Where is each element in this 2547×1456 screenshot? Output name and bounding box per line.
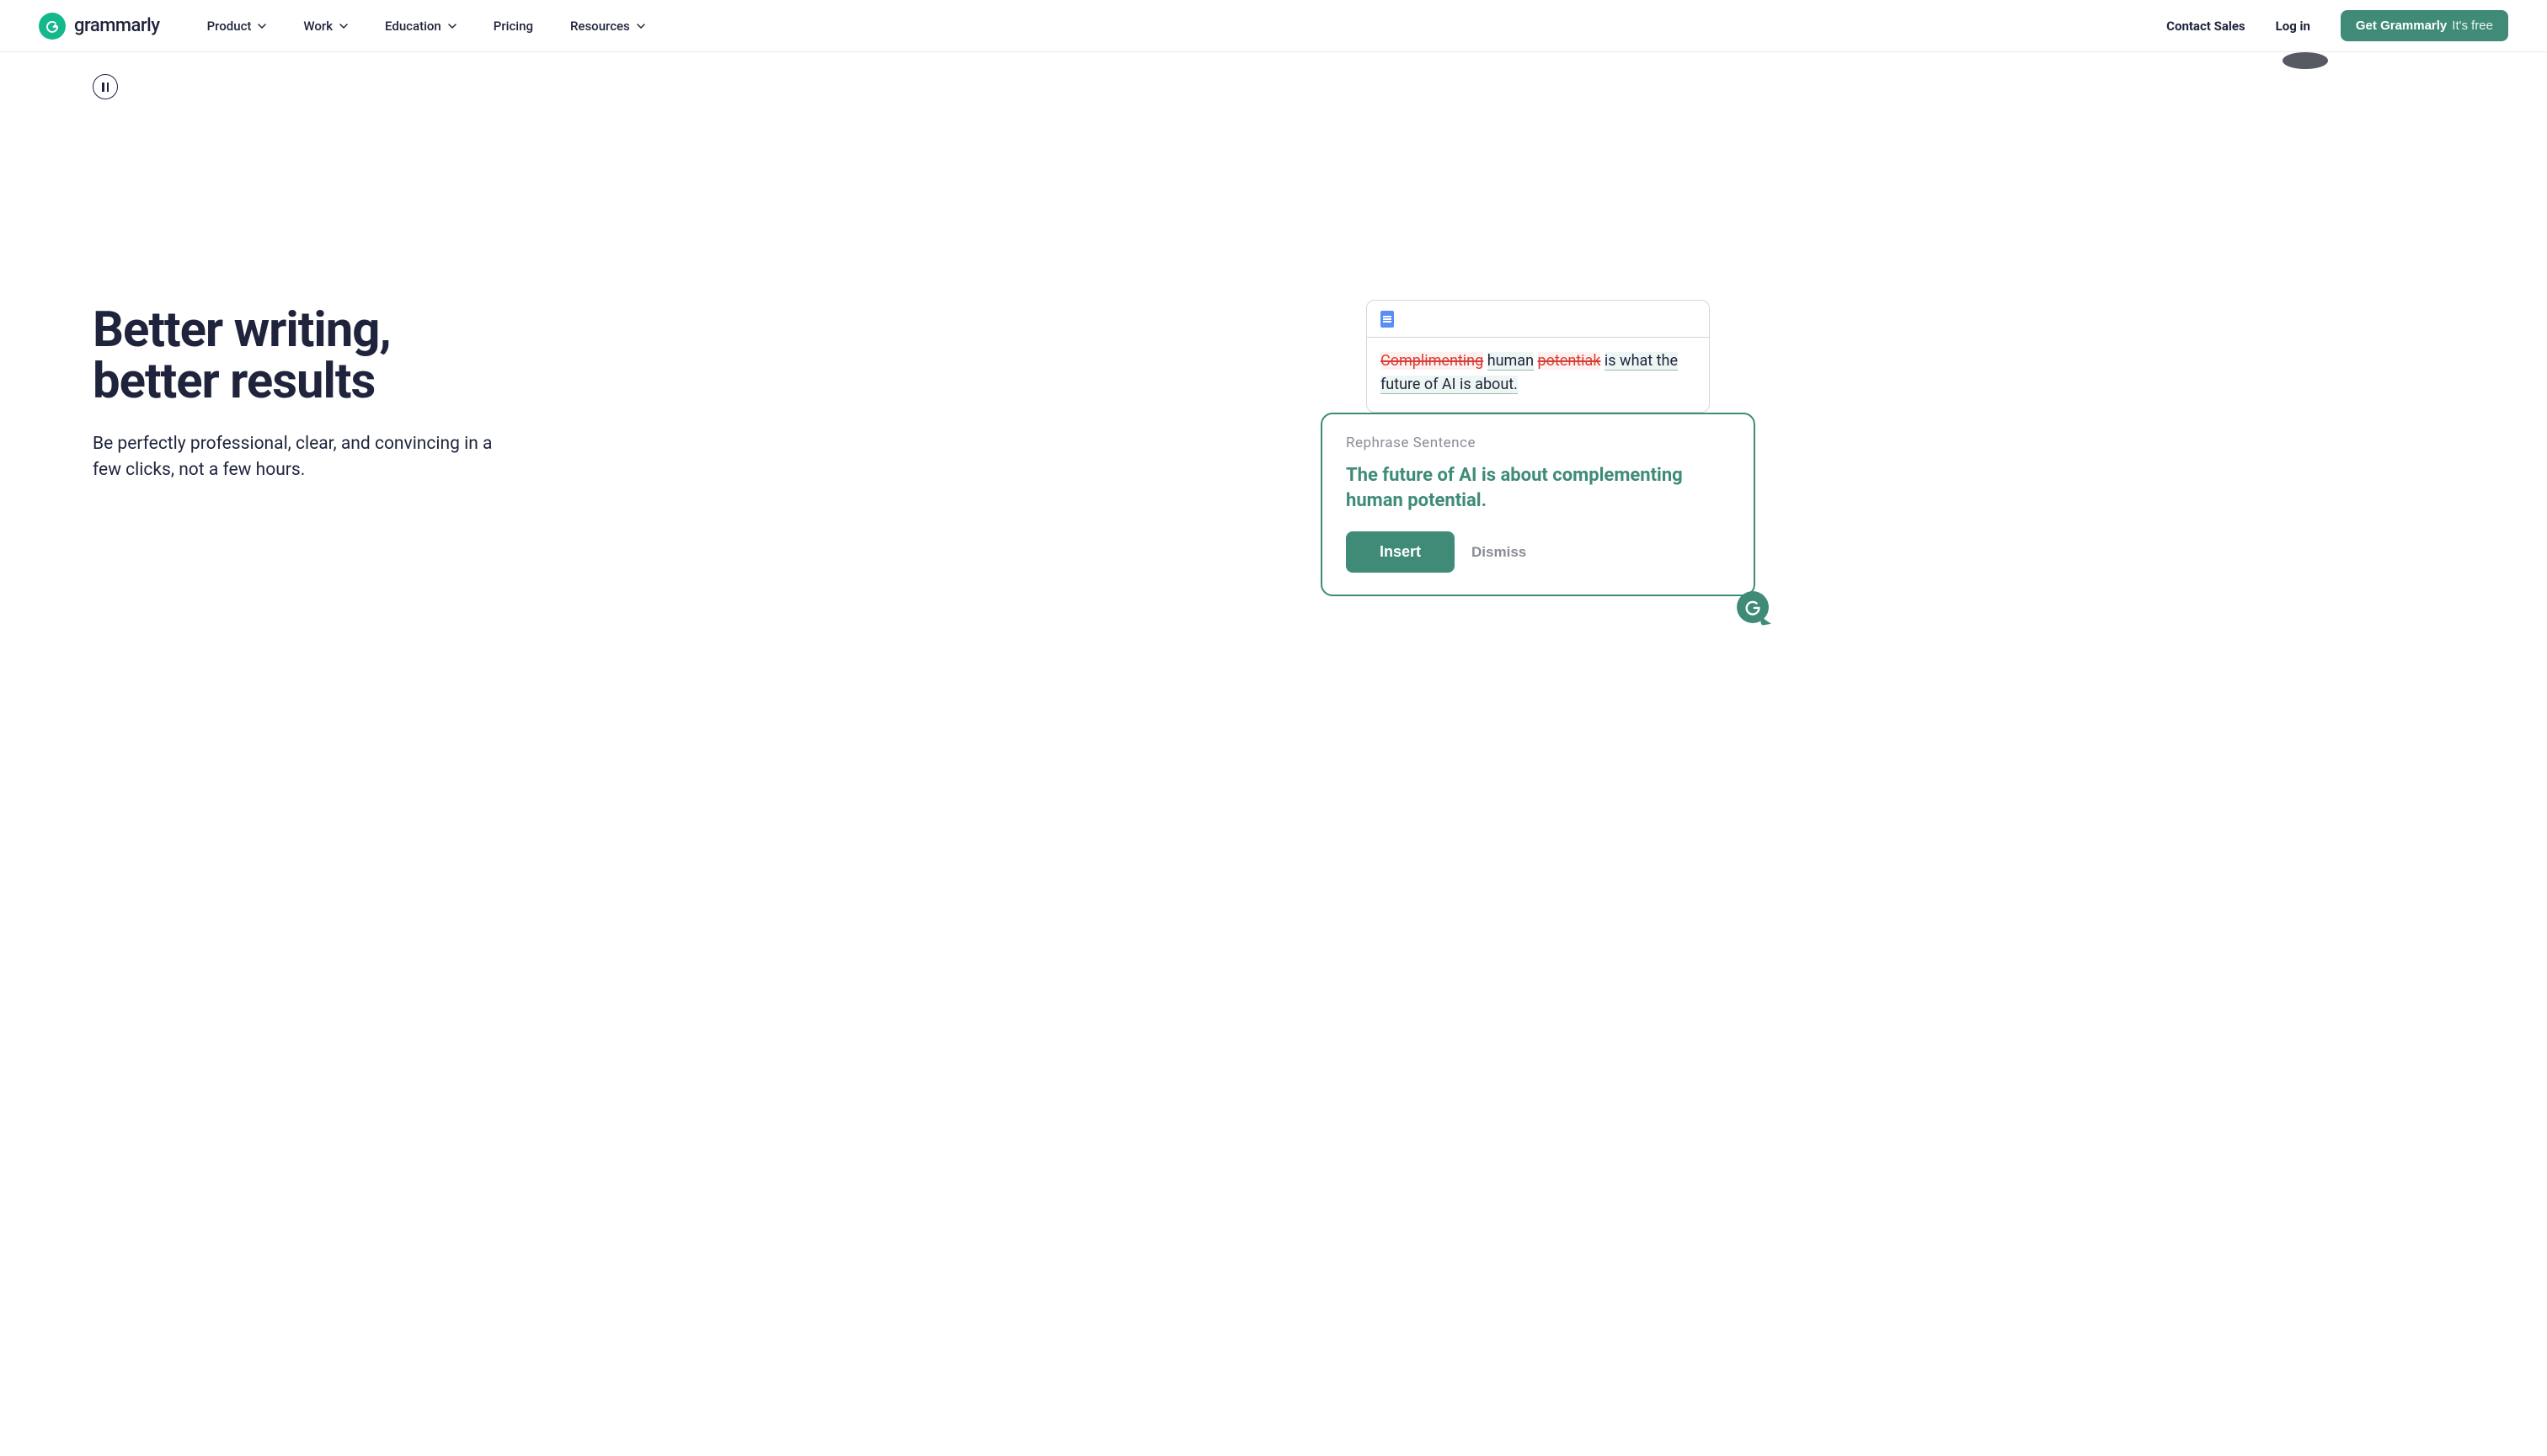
- cta-main-label: Get Grammarly: [2356, 19, 2447, 33]
- pause-animation-button[interactable]: [93, 74, 118, 99]
- logo-wordmark: grammarly: [74, 15, 160, 36]
- chevron-down-icon: [637, 22, 645, 30]
- logo[interactable]: grammarly: [39, 13, 160, 40]
- strikethrough-word: potentiak: [1538, 352, 1601, 370]
- nav-item-resources[interactable]: Resources: [570, 19, 645, 34]
- login-link[interactable]: Log in: [2276, 19, 2310, 34]
- contact-sales-link[interactable]: Contact Sales: [2166, 19, 2245, 34]
- primary-nav: Product Work Education Pricing Resources: [207, 19, 645, 34]
- highlight-word: human: [1487, 352, 1534, 371]
- strikethrough-word: Complimenting: [1380, 352, 1483, 370]
- hero-title: Better writing, better results: [93, 305, 1274, 408]
- grammarly-badge-icon[interactable]: [1737, 591, 1769, 623]
- nav-item-label: Product: [207, 19, 252, 34]
- chevron-down-icon: [448, 22, 457, 30]
- chevron-down-icon: [339, 22, 348, 30]
- insert-button[interactable]: Insert: [1346, 531, 1455, 573]
- top-nav: grammarly Product Work Education Pricing…: [0, 0, 2547, 52]
- hero-demo: Complimenting human potentiak is what th…: [1274, 52, 2454, 692]
- cta-sub-label: It's free: [2452, 19, 2493, 33]
- grammarly-logo-icon: [39, 13, 66, 40]
- pause-icon: [102, 83, 109, 92]
- suggestion-card: Rephrase Sentence The future of AI is ab…: [1321, 413, 1755, 596]
- nav-item-label: Work: [303, 19, 333, 34]
- document-card-header: [1367, 301, 1709, 338]
- get-grammarly-button[interactable]: Get Grammarly It's free: [2341, 10, 2508, 41]
- nav-item-label: Pricing: [494, 19, 533, 34]
- nav-right: Contact Sales Log in Get Grammarly It's …: [2166, 10, 2508, 41]
- hero-subtitle: Be perfectly professional, clear, and co…: [93, 431, 514, 484]
- nav-item-label: Resources: [570, 19, 630, 34]
- suggestion-text: The future of AI is about complementing …: [1346, 463, 1730, 513]
- suggestion-actions: Insert Dismiss: [1346, 531, 1730, 573]
- suggestion-type-label: Rephrase Sentence: [1346, 435, 1730, 451]
- document-icon: [1380, 311, 1394, 328]
- dismiss-button[interactable]: Dismiss: [1471, 544, 1526, 561]
- nav-item-label: Education: [385, 19, 441, 34]
- nav-item-pricing[interactable]: Pricing: [494, 19, 533, 34]
- nav-item-product[interactable]: Product: [207, 19, 267, 34]
- hero-copy: Better writing, better results Be perfec…: [93, 52, 1274, 692]
- nav-item-education[interactable]: Education: [385, 19, 457, 34]
- document-card: Complimenting human potentiak is what th…: [1366, 300, 1710, 413]
- chevron-down-icon: [258, 22, 266, 30]
- document-text: Complimenting human potentiak is what th…: [1367, 338, 1709, 412]
- hero-section: Better writing, better results Be perfec…: [0, 52, 2547, 692]
- nav-item-work[interactable]: Work: [303, 19, 348, 34]
